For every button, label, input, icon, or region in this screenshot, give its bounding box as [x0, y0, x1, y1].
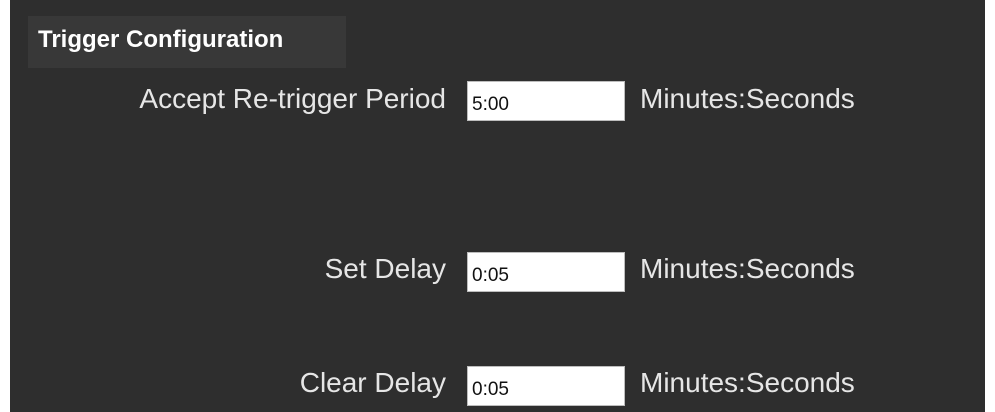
accept-retrigger-period-label: Accept Re-trigger Period — [139, 83, 446, 114]
trigger-configuration-panel: Trigger Configuration Accept Re-trigger … — [0, 0, 995, 412]
clear-delay-unit: Minutes:Seconds — [640, 367, 855, 398]
set-delay-label: Set Delay — [324, 253, 446, 284]
accept-retrigger-period-input[interactable] — [467, 81, 625, 121]
set-delay-unit: Minutes:Seconds — [640, 253, 855, 284]
right-border — [985, 0, 995, 412]
set-delay-input[interactable] — [467, 252, 625, 292]
clear-delay-input[interactable] — [467, 366, 625, 406]
clear-delay-label: Clear Delay — [299, 367, 446, 398]
section-title: Trigger Configuration — [38, 26, 284, 53]
accept-retrigger-period-unit: Minutes:Seconds — [640, 83, 855, 114]
left-border — [0, 0, 10, 412]
